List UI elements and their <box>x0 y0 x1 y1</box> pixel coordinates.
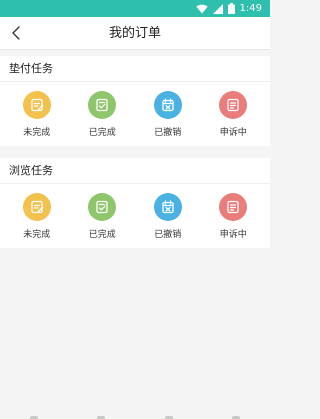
order-status-pending[interactable]: 未完成 <box>4 192 70 240</box>
signal-icon <box>212 3 223 14</box>
section-advance-tasks: 垫付任务 未完成 已完成 已撤销 申诉中 <box>0 56 270 146</box>
status-bar: 1:49 <box>0 0 270 17</box>
item-label: 已完成 <box>88 128 116 138</box>
status-circle <box>88 91 117 119</box>
order-status-list: 未完成 已完成 已撤销 申诉中 <box>0 184 270 248</box>
order-status-cancelled[interactable]: 已撤销 <box>135 90 201 138</box>
order-status-completed[interactable]: 已完成 <box>70 192 136 240</box>
section-browse-tasks: 浏览任务 未完成 已完成 已撤销 申诉中 <box>0 158 270 248</box>
completed-icon <box>96 200 108 214</box>
status-circle <box>219 193 248 221</box>
cancelled-icon <box>162 200 174 214</box>
order-status-pending[interactable]: 未完成 <box>4 90 70 138</box>
item-label: 申诉中 <box>219 230 247 240</box>
pending-icon <box>31 200 43 214</box>
appeal-icon <box>227 200 239 214</box>
battery-icon <box>227 3 235 14</box>
bottom-tab-stubs <box>0 415 270 419</box>
item-label: 已完成 <box>88 230 116 240</box>
item-label: 已撤销 <box>154 230 182 240</box>
app-bar: 我的订单 <box>0 17 270 50</box>
status-circle <box>153 91 182 119</box>
item-label: 已撤销 <box>154 128 182 138</box>
appeal-icon <box>227 98 239 112</box>
item-label: 申诉中 <box>219 128 247 138</box>
order-status-appeal[interactable]: 申诉中 <box>201 90 267 138</box>
pending-icon <box>31 98 43 112</box>
section-title: 垫付任务 <box>0 56 270 82</box>
order-status-completed[interactable]: 已完成 <box>70 90 136 138</box>
item-label: 未完成 <box>23 128 51 138</box>
status-circle <box>22 91 51 119</box>
status-circle <box>219 91 248 119</box>
completed-icon <box>96 98 108 112</box>
bottom-nav-edge <box>0 409 270 419</box>
status-icons: 1:49 <box>195 3 262 14</box>
status-circle <box>153 193 182 221</box>
order-status-cancelled[interactable]: 已撤销 <box>135 192 201 240</box>
status-circle <box>22 193 51 221</box>
page-title: 我的订单 <box>108 26 161 41</box>
cancelled-icon <box>162 98 174 112</box>
section-title: 浏览任务 <box>0 158 270 184</box>
item-label: 未完成 <box>23 230 51 240</box>
status-time: 1:49 <box>239 3 262 14</box>
wifi-icon <box>195 4 208 14</box>
order-status-appeal[interactable]: 申诉中 <box>201 192 267 240</box>
order-status-list: 未完成 已完成 已撤销 申诉中 <box>0 82 270 146</box>
status-circle <box>88 193 117 221</box>
